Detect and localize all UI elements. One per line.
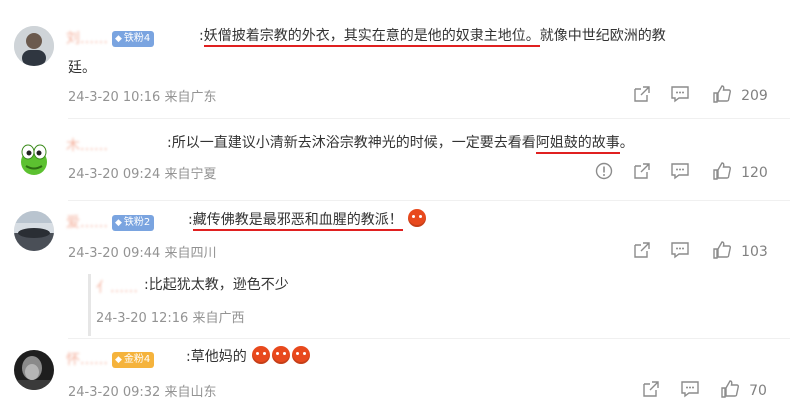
avatar[interactable] — [14, 26, 54, 66]
reply-meta: 24-3-20 12:16 来自广西 — [96, 311, 245, 326]
fan-badge: ◆ 铁粉2 — [112, 215, 155, 231]
comment-1: 刘…… ◆ 铁粉4 :妖僧披着宗教的外衣，其实在意的是他的奴隶主地位。就像中世纪欧洲… — [0, 0, 790, 118]
angry-emoji — [292, 346, 311, 364]
like-count: 209 — [741, 88, 768, 104]
comment-2: 木…… :所以一直建议小清新去沐浴宗教神光的时候，一定要去看看阿姐鼓的故事。 2… — [0, 118, 790, 200]
like-icon — [712, 161, 732, 181]
comment-icon[interactable] — [680, 379, 700, 399]
reply-bar — [88, 274, 91, 336]
like-button[interactable]: 120 — [712, 161, 768, 181]
share-icon[interactable] — [632, 240, 652, 260]
avatar[interactable] — [14, 138, 54, 178]
comment-text: :藏传佛教是最邪恶和血腥的教派！ — [188, 208, 488, 233]
share-icon[interactable] — [632, 84, 652, 104]
fan-badge: ◆ 铁粉4 — [112, 31, 155, 47]
comment-4: 怀…… ◆ 金粉4 :草他妈的 24-3-20 09:32 来自山东 70 — [0, 338, 790, 407]
angry-emoji — [252, 346, 271, 364]
username[interactable]: 木…… — [66, 135, 108, 155]
fan-badge: ◆ 金粉4 — [112, 352, 155, 368]
like-icon — [712, 84, 732, 104]
angry-emoji — [408, 209, 427, 227]
avatar[interactable] — [14, 211, 54, 251]
comment-meta: 24-3-20 09:44 来自四川 — [68, 246, 217, 261]
like-icon — [712, 240, 732, 260]
like-count: 70 — [749, 383, 767, 399]
username[interactable]: 刘…… ◆ 铁粉4 — [66, 28, 155, 48]
comment-icon[interactable] — [670, 84, 690, 104]
username[interactable]: 爱…… ◆ 铁粉2 — [66, 212, 155, 232]
share-icon[interactable] — [641, 379, 661, 399]
like-count: 103 — [741, 244, 768, 260]
comment-icon[interactable] — [670, 161, 690, 181]
comment-text-line2: 廷。 — [68, 60, 96, 76]
avatar[interactable] — [14, 350, 54, 390]
share-icon[interactable] — [632, 161, 652, 181]
comment-meta: 24-3-20 09:24 来自宁夏 — [68, 167, 217, 182]
comment-text: :草他妈的 — [186, 345, 311, 370]
like-button[interactable]: 209 — [712, 84, 768, 104]
like-button[interactable]: 103 — [712, 240, 768, 260]
username[interactable]: 怀…… ◆ 金粉4 — [66, 349, 155, 369]
comment-text: :所以一直建议小清新去沐浴宗教神光的时候，一定要去看看阿姐鼓的故事。 — [167, 131, 787, 156]
like-icon — [720, 379, 740, 399]
comment-meta: 24-3-20 10:16 来自广东 — [68, 90, 217, 105]
reply-text: :比起犹太教，逊色不少 — [144, 277, 289, 293]
reply-username[interactable]: 亻…… — [96, 277, 138, 297]
comment-meta: 24-3-20 09:32 来自山东 — [68, 385, 217, 400]
comment-text: :妖僧披着宗教的外衣，其实在意的是他的奴隶主地位。就像中世纪欧洲的教 — [199, 24, 779, 49]
comment-3: 爱…… ◆ 铁粉2 :藏传佛教是最邪恶和血腥的教派！ 24-3-20 09:44 来… — [0, 200, 790, 338]
report-icon[interactable] — [594, 161, 614, 181]
like-count: 120 — [741, 165, 768, 181]
like-button[interactable]: 70 — [720, 379, 767, 399]
comment-icon[interactable] — [670, 240, 690, 260]
angry-emoji — [272, 346, 291, 364]
